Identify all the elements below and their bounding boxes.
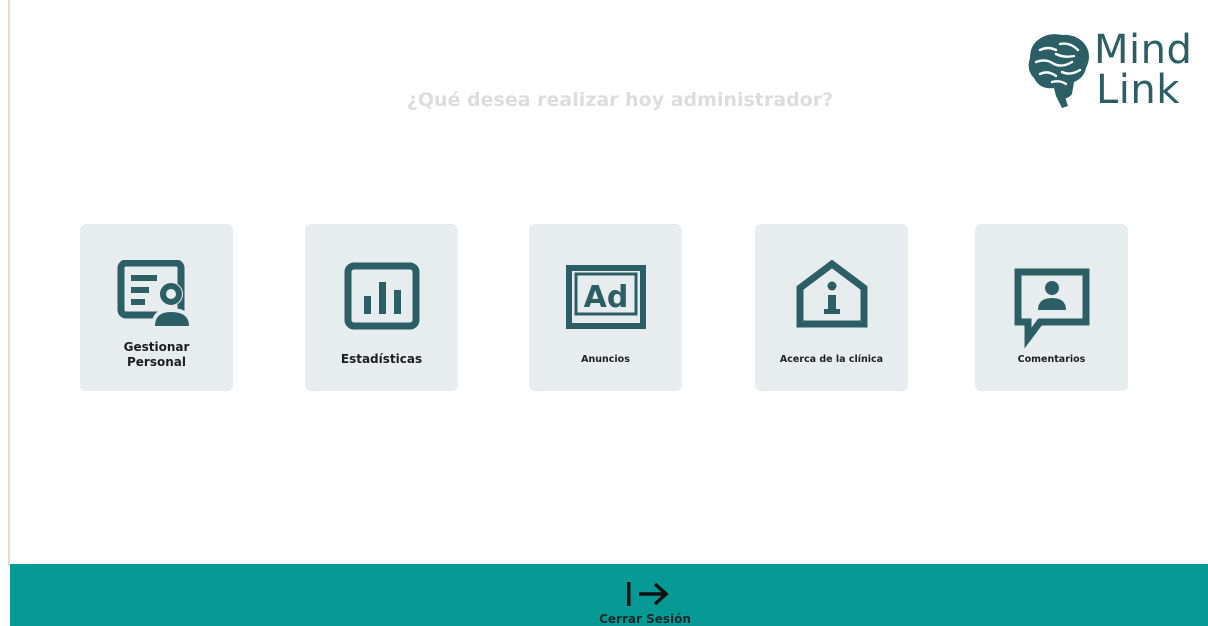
admin-home-screen: ¿Qué desea realizar hoy administrador? M…: [0, 0, 1208, 626]
bar-chart-icon: [344, 262, 419, 330]
card-label-estadisticas: Estadísticas: [340, 352, 423, 366]
card-estadisticas[interactable]: Estadísticas: [305, 224, 458, 391]
card-comentarios[interactable]: Comentarios: [975, 224, 1128, 391]
clinic-info-icon: [796, 259, 867, 328]
staff-management-icon: [117, 260, 193, 328]
footer-bar: Cerrar Sesión: [10, 564, 1208, 626]
logo-text-link: Link: [1096, 67, 1180, 113]
card-label-anuncios: Anuncios: [581, 354, 630, 365]
card-anuncios[interactable]: Ad Anuncios: [529, 224, 682, 391]
mindlink-logo: Mind Link: [1026, 27, 1204, 118]
card-label-acerca-de-la-clinica: Acerca de la clínica: [779, 354, 884, 365]
card-label-comentarios: Comentarios: [1017, 354, 1086, 365]
left-border: [8, 0, 10, 566]
logo-text-mind: Mind: [1094, 27, 1193, 73]
comment-user-icon: [1014, 268, 1089, 349]
logout-label: Cerrar Sesión: [599, 612, 691, 626]
brain-icon: [1028, 34, 1089, 108]
card-label-gestionar-personal: Gestionar Personal: [123, 340, 190, 369]
svg-text:Ad: Ad: [583, 280, 628, 315]
logout-arrow-icon: [627, 582, 669, 606]
logout-button[interactable]: Cerrar Sesión: [570, 564, 720, 626]
card-gestionar-personal[interactable]: Gestionar Personal: [80, 224, 233, 391]
ad-icon: Ad: [565, 265, 646, 329]
card-acerca-de-la-clinica[interactable]: Acerca de la clínica: [755, 224, 908, 391]
